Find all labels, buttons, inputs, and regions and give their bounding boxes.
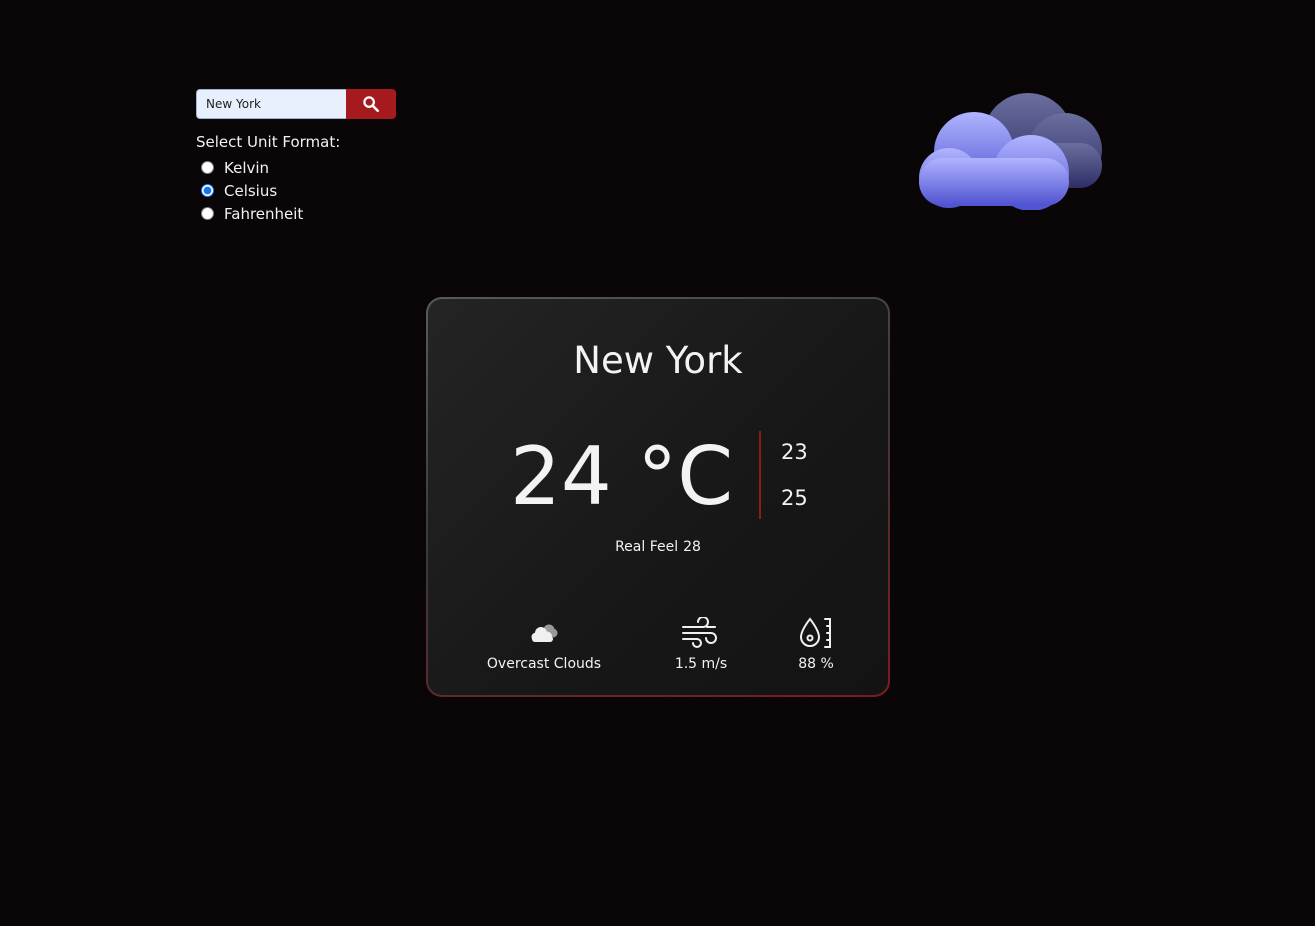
unit-option-fahrenheit[interactable]: Fahrenheit: [196, 202, 340, 225]
unit-radio-kelvin[interactable]: [201, 161, 214, 174]
search-input[interactable]: [196, 89, 346, 119]
wind-icon: [682, 617, 717, 648]
unit-label-fahrenheit: Fahrenheit: [224, 204, 304, 223]
unit-label-kelvin: Kelvin: [224, 158, 270, 177]
humidity-icon: [799, 617, 831, 648]
humidity: 88 %: [776, 615, 856, 673]
overcast-cloud-icon: [919, 93, 1102, 210]
weather-app: Select Unit Format: Kelvin Celsius Fahre…: [0, 0, 1315, 926]
cloud-icon: [531, 624, 558, 642]
unit-label-celsius: Celsius: [224, 181, 278, 200]
unit-selector: Select Unit Format: Kelvin Celsius Fahre…: [196, 133, 340, 225]
search-bar: [196, 89, 396, 119]
unit-option-celsius[interactable]: Celsius: [196, 179, 340, 202]
unit-radio-fahrenheit[interactable]: [201, 207, 214, 220]
max-temperature: 25: [781, 486, 808, 510]
wind-speed: 1.5 m/s: [658, 615, 744, 673]
temperature-divider: [759, 431, 761, 519]
search-icon: [363, 96, 380, 113]
real-feel-value: 28: [683, 539, 701, 555]
unit-radio-celsius[interactable]: [201, 184, 214, 197]
weather-description-label: Overcast Clouds: [486, 656, 602, 672]
unit-option-kelvin[interactable]: Kelvin: [196, 156, 340, 179]
wind-speed-label: 1.5 m/s: [674, 656, 728, 672]
search-button[interactable]: [346, 89, 396, 119]
weather-card: New York 24 °C 23 25 Real Feel 28 Overcas…: [426, 297, 890, 697]
min-temperature: 23: [781, 440, 808, 464]
unit-selector-title: Select Unit Format:: [196, 133, 341, 151]
city-name: New York: [573, 339, 743, 382]
current-temperature: 24 °C: [510, 430, 734, 523]
real-feel: Real Feel 28: [428, 538, 888, 556]
humidity-label: 88 %: [798, 656, 834, 672]
real-feel-label: Real Feel: [615, 539, 679, 555]
weather-description: Overcast Clouds: [478, 615, 610, 673]
